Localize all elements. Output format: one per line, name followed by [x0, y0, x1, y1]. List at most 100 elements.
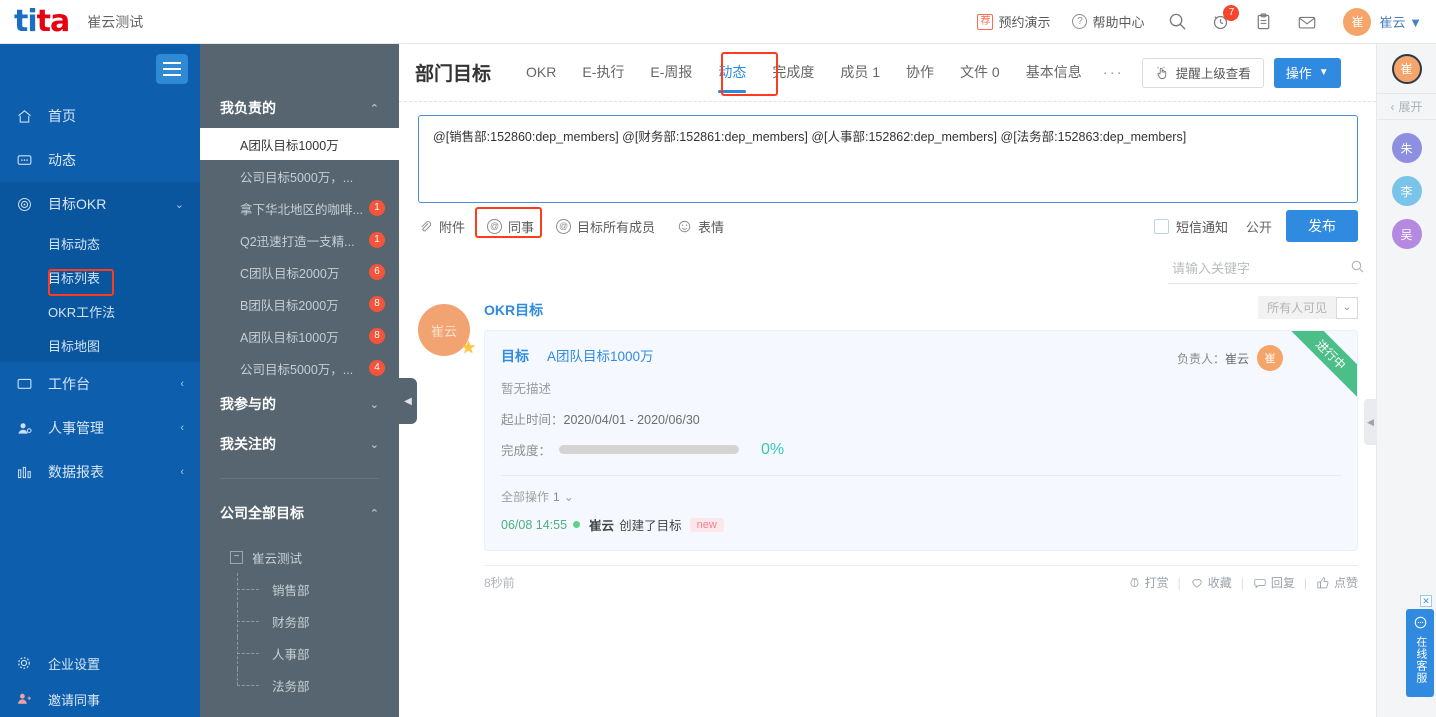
attachment-button[interactable]: 附件 [418, 217, 465, 236]
operation-action: 创建了目标 [619, 519, 682, 533]
date-range-label: 起止时间： [501, 413, 564, 427]
goal-item-count: 1 [369, 200, 385, 216]
list-item[interactable]: 拿下华北地区的咖啡... 1 [200, 192, 399, 224]
status-dot-icon [573, 521, 581, 528]
search-input-wrapper[interactable] [1168, 255, 1364, 284]
compose-textarea[interactable]: @[销售部:152860:dep_members] @[财务部:152861:d… [418, 115, 1358, 203]
list-item[interactable]: A团队目标1000万 [200, 128, 399, 160]
new-badge: new [689, 517, 724, 532]
tree-node-hr[interactable]: 人事部 [200, 637, 399, 669]
more-tabs-icon[interactable]: ··· [1095, 64, 1132, 81]
section-my-responsible[interactable]: 我负责的 ⌃ [200, 88, 399, 128]
list-item[interactable]: 公司目标5000万，... 4 [200, 352, 399, 384]
sms-notify-checkbox[interactable] [1153, 218, 1169, 234]
goal-name-link[interactable]: A团队目标1000万 [547, 345, 654, 365]
avatar[interactable]: 崔 [1343, 7, 1372, 36]
close-icon[interactable]: ✕ [1420, 595, 1432, 607]
chevron-down-icon[interactable]: ⌄ [1336, 296, 1358, 319]
search-icon[interactable] [1168, 12, 1187, 31]
reply-button[interactable]: 回复 [1253, 574, 1295, 591]
rail-collapse-handle[interactable]: ◀ [1364, 399, 1377, 445]
list-item[interactable]: A团队目标1000万 8 [200, 320, 399, 352]
operate-button[interactable]: 操作 ▼ [1273, 57, 1341, 88]
tab-e-execution[interactable]: E-执行 [569, 44, 637, 101]
avatar[interactable]: 朱 [1391, 133, 1422, 163]
hamburger-menu-icon[interactable] [156, 54, 188, 84]
list-item[interactable]: C团队目标2000万 6 [200, 256, 399, 288]
publish-button[interactable]: 发布 [1286, 210, 1358, 242]
mention-colleague-button[interactable]: @ 同事 [475, 206, 543, 238]
progress-value: 0% [761, 440, 785, 458]
sidebar-item-enterprise-settings[interactable]: 企业设置 [0, 645, 200, 681]
clipboard-icon[interactable] [1254, 12, 1273, 31]
tab-e-weekly[interactable]: E-周报 [637, 44, 705, 101]
section-company-goals[interactable]: 公司全部目标 ⌃ [200, 493, 399, 533]
search-icon[interactable] [1350, 259, 1365, 277]
top-header-bar: tita 崔云测试 荐 预约演示 ? 帮助中心 7 崔 崔云 ▼ [0, 0, 1436, 44]
visibility-control: 所有人可见 ⌄ [1257, 296, 1358, 319]
section-my-participating[interactable]: 我参与的 ⌄ [200, 384, 399, 424]
user-menu[interactable]: 崔云 ▼ [1379, 12, 1422, 31]
section-title: 我负责的 [220, 100, 276, 116]
list-item[interactable]: Q2迅速打造一支精... 1 [200, 224, 399, 256]
sidebar-item-okr[interactable]: 目标OKR ⌄ [0, 182, 200, 226]
mention-all-members-label: 目标所有成员 [577, 219, 656, 235]
sidebar-item-reports[interactable]: 数据报表 ‹ [0, 450, 200, 494]
mail-icon[interactable] [1297, 12, 1317, 32]
tab-basic-info[interactable]: 基本信息 [1013, 44, 1095, 101]
tree-root-node[interactable]: − 崔云测试 [200, 541, 399, 573]
search-input[interactable] [1170, 259, 1350, 277]
tab-feed[interactable]: 动态 [705, 44, 759, 101]
list-item[interactable]: B团队目标2000万 8 [200, 288, 399, 320]
tree-node-finance[interactable]: 财务部 [200, 605, 399, 637]
like-button[interactable]: 点赞 [1316, 574, 1358, 591]
avatar[interactable]: 崔 [1391, 53, 1422, 84]
section-my-following[interactable]: 我关注的 ⌄ [200, 424, 399, 464]
chat-bubble-icon [1406, 615, 1434, 634]
sidebar-item-invite-colleague[interactable]: 邀请同事 [0, 681, 200, 717]
rail-current-user[interactable]: 崔 [1377, 44, 1436, 94]
sidebar-item-label: 邀请同事 [48, 692, 101, 708]
sidebar-item-goal-feed[interactable]: 目标动态 [0, 226, 200, 260]
tab-collaboration[interactable]: 协作 [893, 44, 947, 101]
chevron-down-icon: ⌄ [563, 490, 574, 504]
sidebar-item-goal-list[interactable]: 目标列表 [0, 260, 200, 294]
reward-button[interactable]: 打赏 [1128, 574, 1169, 591]
avatar[interactable]: 吴 [1391, 219, 1422, 249]
tita-logo[interactable]: tita [14, 6, 70, 37]
sidebar-item-okr-method[interactable]: OKR工作法 [0, 294, 200, 328]
tree-collapse-icon[interactable]: − [230, 550, 243, 564]
online-service-button[interactable]: 在线客服 [1406, 609, 1434, 697]
tab-files[interactable]: 文件 0 [947, 44, 1013, 101]
avatar[interactable]: 李 [1391, 176, 1422, 206]
remind-supervisor-button[interactable]: 提醒上级查看 [1141, 57, 1264, 88]
sidebar-item-hr[interactable]: 人事管理 ‹ [0, 406, 200, 450]
rail-expand-button[interactable]: ‹ 展开 [1377, 94, 1436, 120]
sidebar-item-workbench[interactable]: 工作台 ‹ [0, 362, 200, 406]
avatar[interactable]: 崔 [1257, 345, 1283, 371]
demo-booking-link[interactable]: 荐 预约演示 [977, 12, 1050, 31]
alarm-notification-icon[interactable]: 7 [1211, 5, 1240, 31]
operations-header[interactable]: 全部操作 1 ⌄ [501, 488, 1341, 505]
sidebar-item-home[interactable]: 首页 [0, 94, 200, 138]
favorite-button[interactable]: 收藏 [1190, 574, 1232, 591]
tree-node-sales[interactable]: 销售部 [200, 573, 399, 605]
chevron-down-icon: ⌄ [369, 398, 379, 411]
visibility-public-selector[interactable]: 公开 [1246, 217, 1272, 236]
sidebar-item-feed[interactable]: 动态 [0, 138, 200, 182]
panel-collapse-handle[interactable]: ◀ [399, 378, 417, 424]
emoji-button[interactable]: 表情 [677, 217, 724, 236]
chevron-down-icon: ⌄ [174, 198, 184, 211]
tab-okr[interactable]: OKR [513, 44, 569, 101]
top-header-actions: 荐 预约演示 ? 帮助中心 7 崔 崔云 ▼ [955, 0, 1436, 44]
tab-members[interactable]: 成员 1 [827, 44, 893, 101]
chevron-up-icon: ⌃ [369, 507, 379, 520]
tree-node-legal[interactable]: 法务部 [200, 669, 399, 701]
sidebar-item-goal-map[interactable]: 目标地图 [0, 328, 200, 362]
reward-label: 打赏 [1144, 576, 1169, 590]
tab-completion[interactable]: 完成度 [759, 44, 827, 101]
mention-all-members-button[interactable]: @ 目标所有成员 [556, 217, 655, 236]
help-center-link[interactable]: ? 帮助中心 [1072, 12, 1144, 31]
avatar[interactable]: 崔云 ★ [418, 304, 476, 357]
list-item[interactable]: 公司目标5000万，... [200, 160, 399, 192]
